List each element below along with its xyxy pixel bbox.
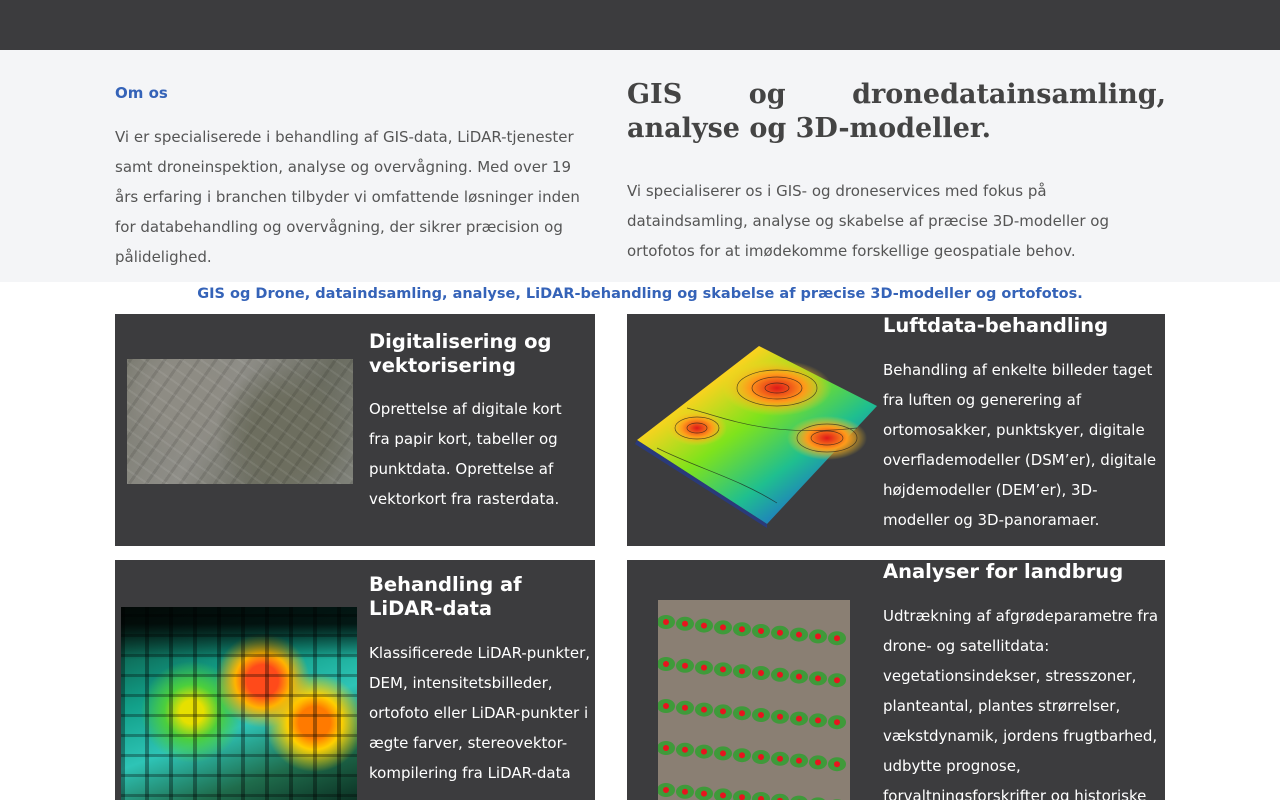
crop-rows-aerial-image (658, 600, 850, 800)
service-card-landbrug: Analyser for landbrug Udtrækning af afgr… (627, 560, 1165, 800)
plant-marker (663, 619, 669, 625)
plant-marker (701, 748, 707, 755)
card-text: Behandling af enkelte billeder taget fra… (883, 361, 1157, 529)
plant-marker (682, 662, 688, 669)
plant-marker (701, 790, 707, 797)
plant-marker (758, 670, 764, 676)
plant-marker (663, 787, 669, 793)
plant-marker (682, 704, 688, 711)
plant-marker (796, 631, 802, 638)
service-card-digitalisering: Digitalisering og vektorisering Oprettel… (115, 314, 595, 546)
plant-marker (682, 620, 688, 627)
plant-marker (777, 629, 783, 636)
plant-marker (796, 715, 802, 722)
plant-marker (834, 635, 840, 642)
service-card-luftdata: Luftdata-behandling Behandling af enkelt… (627, 314, 1165, 546)
plant-marker (663, 745, 669, 751)
plant-marker (720, 708, 726, 715)
plant-marker (815, 717, 821, 724)
plant-marker (682, 788, 688, 795)
plant-marker (777, 671, 783, 678)
plant-marker (758, 712, 764, 718)
card-text: Oprettelse af digitale kort fra papir ko… (369, 400, 562, 508)
plant-marker (796, 673, 802, 680)
plant-marker (777, 755, 783, 762)
satellite-map-image (127, 359, 353, 484)
about-text: Vi er specialiserede i behandling af GIS… (115, 128, 580, 266)
plant-marker (739, 752, 745, 759)
card-title: Digitalisering og vektorisering (369, 330, 552, 377)
plant-marker (739, 710, 745, 717)
plant-marker (720, 624, 726, 631)
services-tagline: GIS og Drone, dataindsamling, analyse, L… (197, 286, 1083, 302)
plant-marker (815, 633, 821, 640)
plant-marker (834, 677, 840, 684)
plant-marker (758, 628, 764, 634)
plant-marker (758, 754, 764, 760)
terrain-elevation-model-image (635, 346, 877, 528)
plant-marker (739, 668, 745, 675)
plant-marker (796, 757, 802, 764)
plant-marker (663, 661, 669, 667)
top-navigation-bar (0, 0, 1280, 50)
about-title: Om os (115, 84, 168, 102)
headline-description: Vi specialiserer os i GIS- og droneservi… (627, 182, 1109, 260)
plant-marker (682, 746, 688, 753)
plant-marker (834, 761, 840, 768)
plant-marker (739, 794, 745, 800)
card-text: Klassificerede LiDAR-punkter, DEM, inten… (369, 644, 591, 782)
plant-marker (777, 713, 783, 720)
card-title: Behandling af LiDAR-data (369, 573, 522, 620)
plant-marker (720, 792, 726, 799)
plant-marker (815, 759, 821, 766)
card-title: Luftdata-behandling (883, 314, 1109, 337)
plant-marker (834, 719, 840, 726)
service-card-lidar: Behandling af LiDAR-data Klassificerede … (115, 560, 595, 800)
plant-marker (815, 675, 821, 682)
plant-marker (663, 703, 669, 709)
plant-marker (701, 622, 707, 629)
plant-marker (720, 666, 726, 673)
lidar-city-pointcloud-image (121, 607, 357, 800)
plant-marker (701, 706, 707, 713)
card-text: Udtrækning af afgrødeparametre fra drone… (883, 607, 1159, 800)
plant-marker (739, 626, 745, 633)
plant-marker (720, 750, 726, 757)
page-headline: GIS og dronedatainsamling, analyse og 3D… (627, 79, 1166, 144)
plant-marker (701, 664, 707, 671)
intro-section: Om os Vi er specialiserede i behandling … (0, 50, 1280, 282)
card-title: Analyser for landbrug (883, 560, 1124, 583)
